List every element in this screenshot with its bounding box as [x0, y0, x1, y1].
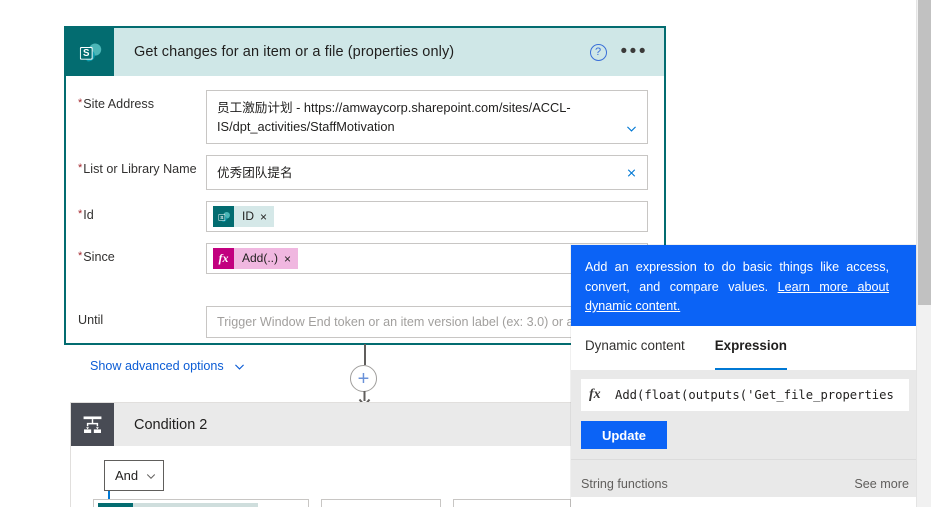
field-row-site-address: *Site Address 员工激励计划 - https://amwaycorp…	[78, 90, 648, 144]
field-row-list-name: *List or Library Name 优秀团队提名	[78, 155, 648, 190]
plus-circle-icon[interactable]: +	[350, 365, 377, 392]
field-label-id: *Id	[78, 208, 94, 222]
dynamic-content-link-row: Add dynar	[78, 285, 648, 306]
condition-card-header[interactable]: Condition 2	[71, 403, 589, 446]
vertical-scrollbar-thumb[interactable]	[918, 0, 931, 305]
action-card-title: Get changes for an item or a file (prope…	[134, 44, 455, 60]
condition-logic-operator-label: And	[115, 468, 139, 483]
connector-line	[364, 344, 366, 365]
flow-designer-canvas: S Get changes for an item or a file (pro…	[0, 0, 931, 507]
list-name-value: 优秀团队提名	[207, 156, 647, 189]
dynamic-token-id[interactable]: S ID ×	[213, 206, 275, 227]
list-name-value-cjk: 优秀团队提名	[217, 165, 293, 180]
token-label: ID	[242, 209, 254, 223]
action-card-header[interactable]: S Get changes for an item or a file (pro…	[66, 28, 664, 76]
site-address-value: 员工激励计划 - https://amwaycorp.sharepoint.co…	[207, 91, 647, 143]
token-icon-swatch	[98, 503, 133, 507]
expression-token-add[interactable]: fx Add(..) ×	[213, 248, 299, 269]
condition-card-body: And	[71, 446, 589, 507]
required-marker: *	[78, 162, 83, 174]
sharepoint-icon: S	[66, 28, 114, 76]
function-category-row: String functions See more	[571, 459, 919, 497]
show-advanced-options-link[interactable]: Show advanced options	[90, 359, 246, 373]
vertical-scrollbar[interactable]	[916, 0, 931, 507]
tab-dynamic-content[interactable]: Dynamic content	[585, 338, 685, 370]
expression-input-value: Add(float(outputs('Get_file_properties	[615, 388, 894, 402]
field-row-id: *Id S ID ×	[78, 201, 648, 232]
ellipsis-icon[interactable]: •••	[621, 42, 648, 61]
field-row-since: *Since fx Add(..) ×	[78, 243, 648, 274]
fx-icon: fx	[589, 387, 601, 402]
close-icon[interactable]: ×	[284, 252, 298, 266]
expression-info-text: Add an expression to do basic things lik…	[585, 258, 889, 317]
update-button[interactable]: Update	[581, 421, 667, 449]
chevron-down-icon	[234, 363, 244, 370]
required-marker: *	[78, 97, 83, 109]
show-advanced-options-label: Show advanced options	[90, 359, 224, 373]
condition-logic-operator-select[interactable]: And	[104, 460, 164, 491]
chevron-down-icon	[146, 473, 156, 479]
field-row-until: Until Trigger Window End token or an ite…	[78, 306, 648, 338]
id-input[interactable]: S ID ×	[206, 201, 648, 232]
flyout-tabs: Dynamic content Expression	[571, 326, 919, 370]
condition-value-field[interactable]	[453, 499, 571, 507]
condition-row	[93, 499, 571, 507]
close-icon[interactable]	[625, 166, 638, 179]
token-body-swatch	[133, 503, 258, 507]
site-address-value-cjk: 员工激励计划	[217, 100, 293, 115]
svg-text:S: S	[83, 47, 90, 58]
condition-icon	[71, 403, 114, 446]
help-circle-icon[interactable]: ?	[589, 43, 607, 61]
field-label-list-name: *List or Library Name	[78, 162, 197, 176]
expression-input[interactable]: fx Add(float(outputs('Get_file_propertie…	[581, 379, 909, 411]
field-label-since: *Since	[78, 250, 115, 264]
expression-info-banner: Add an expression to do basic things lik…	[571, 245, 925, 326]
site-address-input[interactable]: 员工激励计划 - https://amwaycorp.sharepoint.co…	[206, 90, 648, 144]
field-label-site-address: *Site Address	[78, 97, 154, 111]
token-label: Add(..)	[242, 251, 279, 265]
chevron-down-icon[interactable]	[625, 122, 638, 135]
condition-operand-token	[98, 503, 258, 507]
action-card-condition-2[interactable]: Condition 2 And	[70, 402, 590, 507]
action-card-header-actions: ? •••	[589, 42, 664, 61]
condition-card-title: Condition 2	[134, 416, 208, 433]
field-label-until: Until	[78, 313, 104, 327]
id-token-wrap: S ID ×	[207, 202, 647, 231]
fx-icon: fx	[213, 248, 234, 269]
function-category-label: String functions	[581, 476, 668, 491]
list-name-input[interactable]: 优秀团队提名	[206, 155, 648, 190]
see-more-link[interactable]: See more	[854, 477, 909, 491]
close-icon[interactable]: ×	[260, 210, 274, 224]
dynamic-content-flyout[interactable]: Add an expression to do basic things lik…	[571, 245, 925, 507]
required-marker: *	[78, 208, 83, 220]
required-marker: *	[78, 250, 83, 262]
condition-operand-field[interactable]	[93, 499, 309, 507]
sharepoint-icon: S	[213, 206, 234, 227]
expression-editor: fx Add(float(outputs('Get_file_propertie…	[571, 370, 919, 459]
tab-expression[interactable]: Expression	[714, 338, 788, 370]
condition-operator-field[interactable]	[321, 499, 441, 507]
